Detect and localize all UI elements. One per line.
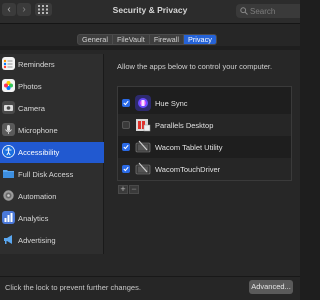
- tab-filevault[interactable]: FileVault: [113, 35, 150, 44]
- hue-sync-icon: [135, 95, 151, 111]
- sidebar-item-label: Analytics: [18, 214, 49, 223]
- app-name: Parallels Desktop: [155, 121, 214, 130]
- lock-message: Click the lock to prevent further change…: [5, 283, 141, 292]
- sidebar-item-label: Reminders: [18, 60, 55, 69]
- app-checkbox[interactable]: [122, 99, 130, 107]
- wacom-touch-icon: [135, 161, 151, 177]
- folder-icon: [2, 167, 15, 180]
- privacy-sidebar: Reminders Photos Camera Microphone Acces…: [0, 54, 104, 254]
- sidebar-item-analytics[interactable]: Analytics: [0, 208, 104, 229]
- sidebar-item-label: Camera: [18, 104, 46, 113]
- app-checkbox[interactable]: [122, 143, 130, 151]
- advanced-button[interactable]: Advanced...: [249, 280, 293, 294]
- sidebar-item-label: Advertising: [18, 236, 56, 245]
- sidebar-item-microphone[interactable]: Microphone: [0, 120, 104, 141]
- megaphone-icon: [2, 233, 15, 246]
- sidebar-item-label: Full Disk Access: [18, 170, 74, 179]
- bottom-bar: Click the lock to prevent further change…: [0, 276, 300, 300]
- sidebar-item-label: Microphone: [18, 126, 58, 135]
- photos-icon: [2, 79, 15, 92]
- tab-group: General FileVault Firewall Privacy: [77, 34, 217, 45]
- add-app-button[interactable]: +: [118, 185, 128, 194]
- accessibility-description: Allow the apps below to control your com…: [117, 62, 273, 71]
- sidebar-item-full-disk-access[interactable]: Full Disk Access: [0, 164, 104, 185]
- tab-privacy[interactable]: Privacy: [183, 35, 216, 44]
- checkmark-icon: [123, 166, 129, 172]
- app-checkbox[interactable]: [122, 121, 130, 129]
- gear-icon: [2, 189, 15, 202]
- app-list: Hue Sync Parallels Desktop Wacom Tablet …: [117, 86, 292, 181]
- accessibility-icon: [2, 145, 15, 158]
- camera-icon: [2, 101, 15, 114]
- list-item: Hue Sync: [118, 92, 291, 114]
- sidebar-item-accessibility[interactable]: Accessibility: [0, 142, 104, 163]
- checkmark-icon: [123, 144, 129, 150]
- sidebar-item-camera[interactable]: Camera: [0, 98, 104, 119]
- sidebar-item-label: Accessibility: [18, 148, 60, 157]
- search-field[interactable]: [236, 4, 300, 18]
- search-icon: [240, 7, 248, 15]
- app-name: Hue Sync: [155, 99, 188, 108]
- sidebar-item-reminders[interactable]: Reminders: [0, 54, 104, 75]
- remove-app-button[interactable]: −: [129, 185, 139, 194]
- reminders-icon: [2, 57, 15, 70]
- app-checkbox[interactable]: [122, 165, 130, 173]
- tab-firewall[interactable]: Firewall: [150, 35, 184, 44]
- tab-general[interactable]: General: [78, 35, 113, 44]
- app-name: Wacom Tablet Utility: [155, 143, 223, 152]
- sidebar-item-advertising[interactable]: Advertising: [0, 230, 104, 251]
- parallels-icon: [135, 117, 151, 133]
- wacom-tablet-icon: [135, 139, 151, 155]
- sidebar-item-label: Photos: [18, 82, 42, 91]
- sidebar-item-automation[interactable]: Automation: [0, 186, 104, 207]
- list-item: Wacom Tablet Utility: [118, 136, 291, 158]
- sidebar-item-label: Automation: [18, 192, 57, 201]
- app-name: WacomTouchDriver: [155, 165, 221, 174]
- title-bar: ‹ › Security & Privacy: [0, 0, 300, 24]
- microphone-icon: [2, 123, 15, 136]
- list-item: Parallels Desktop: [118, 114, 291, 136]
- checkmark-icon: [123, 100, 129, 106]
- list-item: WacomTouchDriver: [118, 158, 291, 180]
- analytics-icon: [2, 211, 15, 224]
- sidebar-item-photos[interactable]: Photos: [0, 76, 104, 97]
- search-input[interactable]: [250, 5, 298, 17]
